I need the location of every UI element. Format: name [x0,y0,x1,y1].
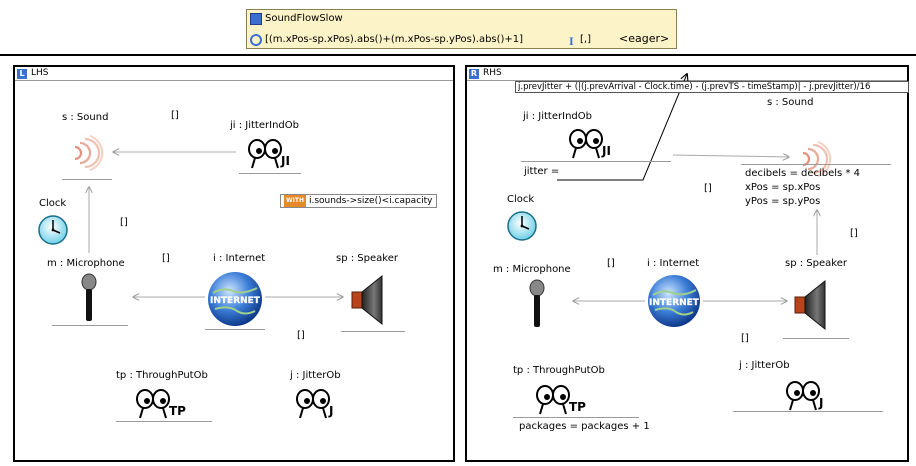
speaker-icon[interactable] [793,279,829,331]
rule-name[interactable]: SoundFlowSlow [265,13,343,24]
rhs-internet-label[interactable]: i : Internet [647,258,699,269]
rhs-throughput-label[interactable]: tp : ThroughPutOb [513,365,605,376]
rhs-link-bracket: [] [607,258,615,269]
rhs-tp-badge: TP [569,400,586,414]
lhs-link-bracket: [] [171,110,179,121]
lhs-j-badge: J [328,404,333,418]
rhs-j-badge: J [818,396,823,410]
rhs-sound-underline [741,164,891,165]
rhs-speaker-label[interactable]: sp : Speaker [785,258,847,269]
rhs-speaker-underline [783,338,849,339]
lhs-internet-underline [205,329,265,330]
rhs-link-bracket: [] [850,228,858,239]
lhs-link-bracket: [] [297,330,305,341]
lhs-microphone-label[interactable]: m : Microphone [47,258,125,269]
rhs-xpos-attr[interactable]: xPos = sp.xPos [745,182,820,193]
jitter-formula-box[interactable]: j.prevJitter + (|(j.prevArrival - Clock.… [515,81,909,93]
internet-icon[interactable]: INTERNET [205,269,265,329]
rule-params[interactable]: [,] [580,34,591,45]
rhs-ji-badge: JI [601,144,611,158]
rhs-clock-label[interactable]: Clock [507,194,534,205]
lhs-jitterind-underline [239,173,301,174]
parameter-icon: I [569,34,574,48]
rhs-sound-label[interactable]: s : Sound [767,97,813,108]
svg-text:INTERNET: INTERNET [210,296,261,306]
sound-icon[interactable] [65,133,105,173]
lhs-throughput-label[interactable]: tp : ThroughPutOb [116,370,208,381]
rhs-packages-attr[interactable]: packages = packages + 1 [519,421,650,432]
lhs-microphone-underline [52,325,128,326]
rhs-decibels-attr[interactable]: decibels = decibels * 4 [745,168,860,179]
lhs-throughput-underline [116,421,212,422]
eyes-icon[interactable]: JI [568,127,618,161]
rhs-microphone-label[interactable]: m : Microphone [493,264,571,275]
lhs-jitterob-label[interactable]: j : JitterOb [290,370,341,381]
rhs-jitterob-underline [733,411,883,412]
lhs-sound-underline [62,179,112,180]
lhs-panel[interactable]: L LHS s : Sound [] ji : JitterIndOb JI W… [13,65,455,462]
rule-priority[interactable]: <eager> [619,32,669,45]
rhs-panel[interactable]: R RHS j.prevJitter + (|(j.prevArrival - … [465,65,909,462]
header-separator [0,54,916,56]
clock-icon[interactable] [37,214,69,246]
rule-header[interactable]: SoundFlowSlow [(m.xPos-sp.xPos).abs()+(m… [246,9,677,49]
rhs-link-bracket: [] [741,333,749,344]
lhs-link-bracket: [] [162,253,170,264]
rhs-jitterind-label[interactable]: ji : JitterIndOb [523,111,592,122]
eyes-icon[interactable]: TP [535,383,591,417]
rhs-jitter-attr[interactable]: jitter = [524,166,559,177]
lhs-constraint[interactable]: WITH i.sounds->size()<i.capacity [280,194,437,208]
rule-condition[interactable]: [(m.xPos-sp.xPos).abs()+(m.xPos-sp.yPos)… [265,34,523,45]
lhs-constraint-text: i.sounds->size()<i.capacity [308,196,433,206]
clock-icon[interactable] [506,210,538,242]
lhs-jitterind-label[interactable]: ji : JitterIndOb [230,120,299,131]
lhs-clock-label[interactable]: Clock [39,198,66,209]
lhs-speaker-label[interactable]: sp : Speaker [336,253,398,264]
jitter-formula: j.prevJitter + (|(j.prevArrival - Clock.… [518,82,871,92]
eyes-icon[interactable]: J [295,387,345,421]
lhs-link-bracket: [] [120,217,128,228]
eyes-icon[interactable]: JI [247,137,297,171]
rule-icon [250,13,262,25]
lhs-internet-label[interactable]: i : Internet [213,253,265,264]
eyes-icon[interactable]: J [785,379,835,413]
microphone-icon[interactable] [527,279,547,329]
lhs-tp-badge: TP [169,404,186,418]
lhs-sound-label[interactable]: s : Sound [62,112,108,123]
condition-icon [250,34,262,46]
eyes-icon[interactable]: TP [135,387,191,421]
microphone-icon[interactable] [79,273,99,323]
rhs-jitterind-underline [521,161,671,162]
rhs-jitterob-label[interactable]: j : JitterOb [739,360,790,371]
rhs-ypos-attr[interactable]: yPos = sp.yPos [745,196,820,207]
with-tag: WITH [284,195,306,207]
internet-icon[interactable]: INTERNET [645,272,703,330]
rhs-link-bracket: [] [704,183,712,194]
lhs-ji-badge: JI [280,154,290,168]
speaker-icon[interactable] [350,274,386,326]
lhs-speaker-underline [341,331,405,332]
rhs-throughput-underline [513,417,639,418]
svg-text:INTERNET: INTERNET [649,298,700,308]
